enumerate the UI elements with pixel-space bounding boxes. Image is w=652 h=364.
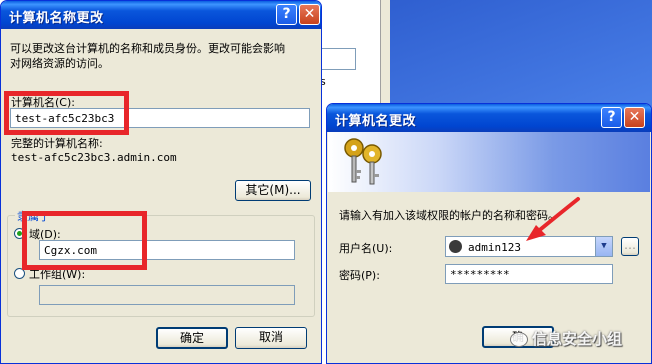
keys-banner [328, 132, 650, 192]
user-icon [449, 240, 462, 253]
description-line-1: 可以更改这台计算机的名称和成员身份。更改可能会影响 [10, 42, 285, 55]
computer-name-changes-dialog: 计算机名称更改 ? ✕ 可以更改这台计算机的名称和成员身份。更改可能会影响 对网… [0, 0, 322, 364]
keys-icon [344, 138, 382, 185]
close-icon[interactable]: ✕ [624, 107, 645, 128]
title-bar: 计算机名称更改 ? ✕ [1, 1, 321, 29]
watermark-text: 信息安全小组 [532, 330, 623, 348]
password-field[interactable]: ********* [445, 264, 613, 284]
ok-button[interactable]: 确定 [156, 327, 228, 349]
password-label: 密码(P): [339, 269, 380, 282]
domain-highlight [22, 211, 147, 270]
background-field [318, 48, 356, 70]
full-name-label: 完整的计算机名称: [11, 137, 103, 150]
watermark: 信息安全小组 [510, 328, 622, 349]
browse-button[interactable]: … [621, 237, 639, 256]
full-name-value: test-afc5c23bc3.admin.com [11, 151, 177, 164]
red-arrow-annotation [526, 197, 580, 241]
help-icon[interactable]: ? [601, 107, 622, 128]
workgroup-input[interactable] [39, 285, 295, 305]
description-line-2: 对网络资源的访问。 [10, 57, 109, 70]
computer-name-highlight [4, 91, 129, 135]
other-button[interactable]: 其它(M)... [235, 180, 311, 201]
help-icon[interactable]: ? [276, 4, 297, 25]
dialog-title: 计算机名称更改 [9, 11, 104, 26]
username-label: 用户名(U): [339, 242, 393, 255]
cancel-button[interactable]: 取消 [235, 327, 307, 349]
title-bar: 计算机名更改 ? ✕ [327, 104, 651, 132]
dialog-title: 计算机名更改 [335, 114, 417, 129]
close-icon[interactable]: ✕ [299, 4, 320, 25]
wechat-icon [510, 332, 528, 347]
